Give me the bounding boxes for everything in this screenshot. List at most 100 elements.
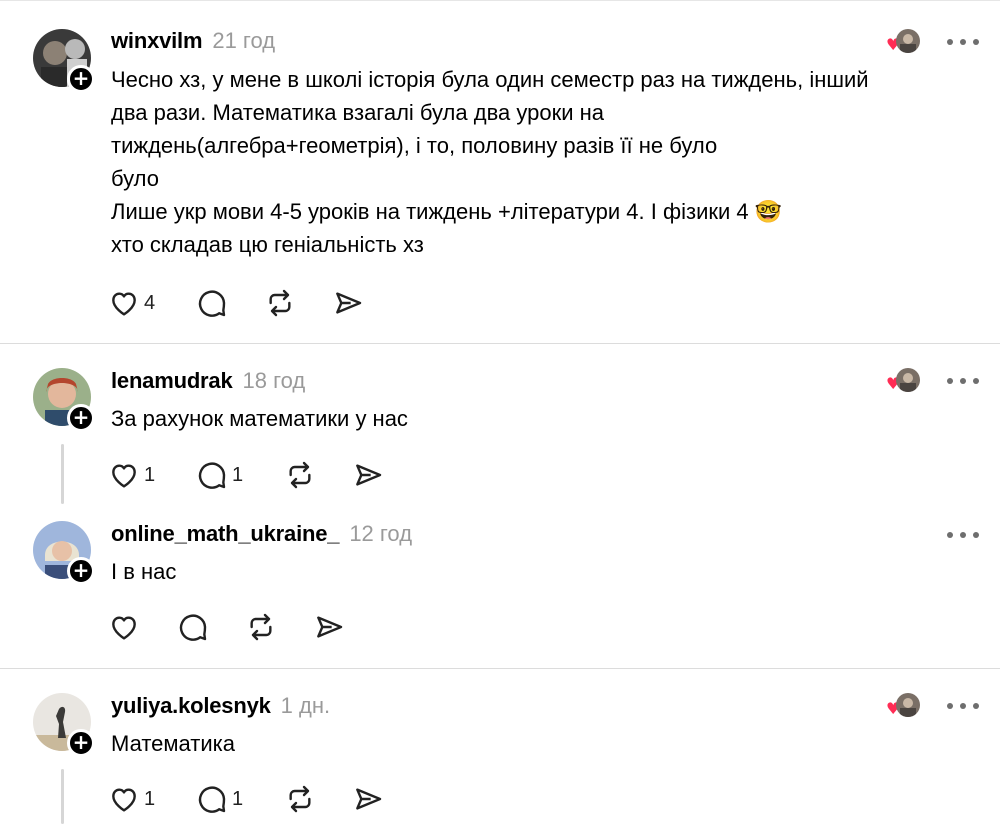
repost-button[interactable] [284,782,316,816]
liked-by-author-indicator: ♥ [886,29,922,57]
avatar-winxvilm[interactable]: + [33,29,95,93]
follow-plus-icon[interactable]: + [67,65,95,93]
post-actions: 4 [108,286,368,320]
paper-plane-icon [356,788,382,810]
repost-arrows-icon [269,289,291,317]
post-text: І в нас [111,555,981,588]
avatar-online-math-ukraine[interactable]: + [33,521,95,585]
speech-bubble-icon [198,462,226,489]
repost-button[interactable] [245,610,277,644]
reply-count: 1 [232,463,244,486]
text-line: два рази. Математика взагалі була два ур… [111,100,604,125]
share-button[interactable] [313,610,345,644]
speech-bubble-icon [198,786,226,813]
text-line: тиждень(алгебра+геометрія), і то, полови… [111,133,718,158]
repost-button[interactable] [264,286,296,320]
username[interactable]: winxvilm [111,28,203,54]
author-mini-avatar [896,368,920,392]
like-count: 4 [144,291,156,314]
reply-button[interactable]: 1 [196,458,243,492]
post-header: lenamudrak 18 год [111,368,305,394]
dot [960,39,966,45]
share-button[interactable] [352,782,384,816]
dot [960,378,966,384]
speech-bubble-icon [179,614,207,641]
post-time[interactable]: 18 год [243,368,306,394]
more-options-button[interactable] [947,375,979,387]
like-button[interactable]: 1 [108,458,155,492]
repost-arrows-icon [289,785,311,813]
post-time[interactable]: 21 год [212,28,275,54]
avatar-lenamudrak[interactable]: + [33,368,95,432]
like-button[interactable] [108,610,140,644]
post-actions [108,610,348,644]
post-actions: 1 1 [108,458,388,492]
follow-plus-icon[interactable]: + [67,404,95,432]
more-options-button[interactable] [947,36,979,48]
post-text: Чесно хз, у мене в школі історія була од… [111,63,981,261]
author-mini-avatar [896,29,920,53]
repost-arrows-icon [289,461,311,489]
text-line: хто складав цю геніальність хз [111,232,424,257]
username[interactable]: yuliya.kolesnyk [111,693,271,719]
like-count: 1 [144,463,156,486]
post-actions: 1 1 [108,782,388,816]
dot [973,532,979,538]
speech-bubble-icon [198,290,226,317]
like-button[interactable]: 1 [108,782,155,816]
text-line: За рахунок математики у нас [111,406,408,431]
share-button[interactable] [352,458,384,492]
heart-outline-icon [112,464,136,488]
dot [973,378,979,384]
author-mini-avatar [896,693,920,717]
follow-plus-icon[interactable]: + [67,557,95,585]
paper-plane-icon [317,616,343,638]
post-winxvilm: + winxvilm 21 год ♥ Чесно хз, у мене в ш… [0,0,1000,343]
text-line: Лише укр мови 4-5 уроків на тиждень +літ… [111,199,783,224]
text-line: було [111,166,159,191]
like-count: 1 [144,787,156,810]
liked-by-author-indicator: ♥ [886,693,922,721]
dot [960,532,966,538]
thread-connector [61,769,64,824]
reply-button[interactable] [177,610,209,644]
text-line: Математика [111,731,235,756]
reply-count: 1 [232,787,244,810]
post-lenamudrak: + lenamudrak 18 год ♥ За рахунок математ… [0,344,1000,504]
heart-outline-icon [112,292,136,316]
post-header: online_math_ukraine_ 12 год [111,521,412,547]
text-line: І в нас [111,559,177,584]
liked-by-author-indicator: ♥ [886,368,922,396]
dot [947,703,953,709]
dot [960,703,966,709]
like-button[interactable]: 4 [108,286,155,320]
paper-plane-icon [356,464,382,486]
dot [947,378,953,384]
username[interactable]: lenamudrak [111,368,233,394]
username[interactable]: online_math_ukraine_ [111,521,340,547]
dot [947,39,953,45]
paper-plane-icon [336,292,362,314]
repost-arrows-icon [250,613,272,641]
dot [947,532,953,538]
reply-button[interactable] [196,286,228,320]
thread-connector [61,444,64,504]
heart-outline-icon [112,616,136,640]
post-time[interactable]: 1 дн. [281,693,330,719]
post-online-math-ukraine: + online_math_ukraine_ 12 год І в нас [0,504,1000,668]
reply-button[interactable]: 1 [196,782,243,816]
post-header: yuliya.kolesnyk 1 дн. [111,693,330,719]
dot [973,703,979,709]
share-button[interactable] [332,286,364,320]
heart-outline-icon [112,788,136,812]
avatar-yuliya-kolesnyk[interactable]: + [33,693,95,757]
post-time[interactable]: 12 год [349,521,412,547]
repost-button[interactable] [284,458,316,492]
post-header: winxvilm 21 год [111,28,275,54]
follow-plus-icon[interactable]: + [67,729,95,757]
text-line: Чесно хз, у мене в школі історія була од… [111,67,869,92]
more-options-button[interactable] [947,529,979,541]
post-text: За рахунок математики у нас [111,402,981,435]
dot [973,39,979,45]
more-options-button[interactable] [947,700,979,712]
